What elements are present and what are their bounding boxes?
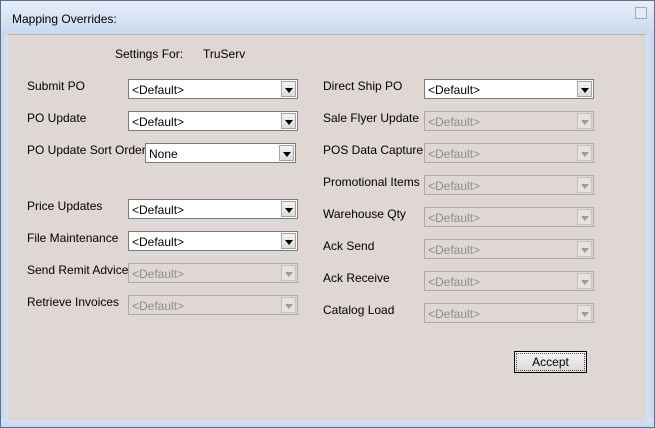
submit-po-select[interactable]: <Default> (128, 79, 298, 99)
submit-po-value: <Default> (132, 83, 185, 97)
ack-send-select: <Default> (424, 239, 594, 259)
pos-data-capture-select: <Default> (424, 143, 594, 163)
chevron-down-icon (577, 305, 592, 321)
chevron-down-icon (577, 241, 592, 257)
po-update-value: <Default> (132, 115, 185, 129)
po-update-sort-order-select[interactable]: None (145, 143, 296, 163)
send-remit-advice-value: <Default> (132, 267, 185, 281)
chevron-down-icon (577, 145, 592, 161)
settings-for-value: TruServ (203, 47, 246, 61)
settings-for-label: Settings For: (115, 47, 184, 61)
mapping-overrides-window: Mapping Overrides: Settings For: TruServ… (0, 0, 655, 428)
window-frame-right (646, 34, 654, 427)
pos-data-capture-label: POS Data Capture (323, 143, 424, 157)
chevron-down-icon[interactable] (281, 81, 296, 97)
warehouse-qty-label: Warehouse Qty (323, 207, 406, 221)
chevron-down-icon (577, 273, 592, 289)
retrieve-invoices-select: <Default> (128, 295, 298, 315)
chevron-down-icon[interactable] (577, 81, 592, 97)
ack-receive-label: Ack Receive (323, 271, 390, 285)
po-update-sort-order-value: None (149, 147, 178, 161)
catalog-load-label: Catalog Load (323, 303, 395, 317)
ack-receive-select: <Default> (424, 271, 594, 291)
price-updates-label: Price Updates (27, 199, 103, 213)
file-maintenance-select[interactable]: <Default> (128, 231, 298, 251)
accept-button-label: Accept (532, 355, 569, 369)
po-update-label: PO Update (27, 111, 87, 125)
price-updates-select[interactable]: <Default> (128, 199, 298, 219)
retrieve-invoices-value: <Default> (132, 299, 185, 313)
accept-button[interactable]: Accept (514, 351, 587, 373)
send-remit-advice-select: <Default> (128, 263, 298, 283)
window-frame-left (1, 34, 8, 427)
price-updates-value: <Default> (132, 203, 185, 217)
catalog-load-select: <Default> (424, 303, 594, 323)
retrieve-invoices-label: Retrieve Invoices (27, 295, 120, 309)
direct-ship-po-select[interactable]: <Default> (424, 79, 594, 99)
direct-ship-po-label: Direct Ship PO (323, 79, 403, 93)
chevron-down-icon (281, 297, 296, 313)
chevron-down-icon (281, 265, 296, 281)
send-remit-advice-label: Send Remit Advice (27, 263, 129, 277)
promotional-items-label: Promotional Items (323, 175, 420, 189)
chevron-down-icon (577, 113, 592, 129)
warehouse-qty-select: <Default> (424, 207, 594, 227)
chevron-down-icon (577, 177, 592, 193)
promotional-items-value: <Default> (428, 179, 481, 193)
chevron-down-icon[interactable] (281, 201, 296, 217)
submit-po-label: Submit PO (27, 79, 86, 93)
file-maintenance-value: <Default> (132, 235, 185, 249)
catalog-load-value: <Default> (428, 307, 481, 321)
sale-flyer-update-label: Sale Flyer Update (323, 111, 420, 125)
ack-send-value: <Default> (428, 243, 481, 257)
direct-ship-po-value: <Default> (428, 83, 481, 97)
file-maintenance-label: File Maintenance (27, 231, 119, 245)
promotional-items-select: <Default> (424, 175, 594, 195)
po-update-sort-order-label: PO Update Sort Order: (27, 143, 150, 157)
chevron-down-icon[interactable] (281, 113, 296, 129)
sale-flyer-update-select: <Default> (424, 111, 594, 131)
ack-receive-value: <Default> (428, 275, 481, 289)
chevron-down-icon[interactable] (279, 145, 294, 161)
po-update-select[interactable]: <Default> (128, 111, 298, 131)
chevron-down-icon (577, 209, 592, 225)
window-frame-bottom (1, 419, 654, 427)
chevron-down-icon[interactable] (281, 233, 296, 249)
pos-data-capture-value: <Default> (428, 147, 481, 161)
warehouse-qty-value: <Default> (428, 211, 481, 225)
close-button[interactable] (635, 7, 647, 19)
sale-flyer-update-value: <Default> (428, 115, 481, 129)
window-title: Mapping Overrides: (12, 12, 117, 26)
ack-send-label: Ack Send (323, 239, 375, 253)
title-bar[interactable]: Mapping Overrides: (1, 1, 654, 34)
